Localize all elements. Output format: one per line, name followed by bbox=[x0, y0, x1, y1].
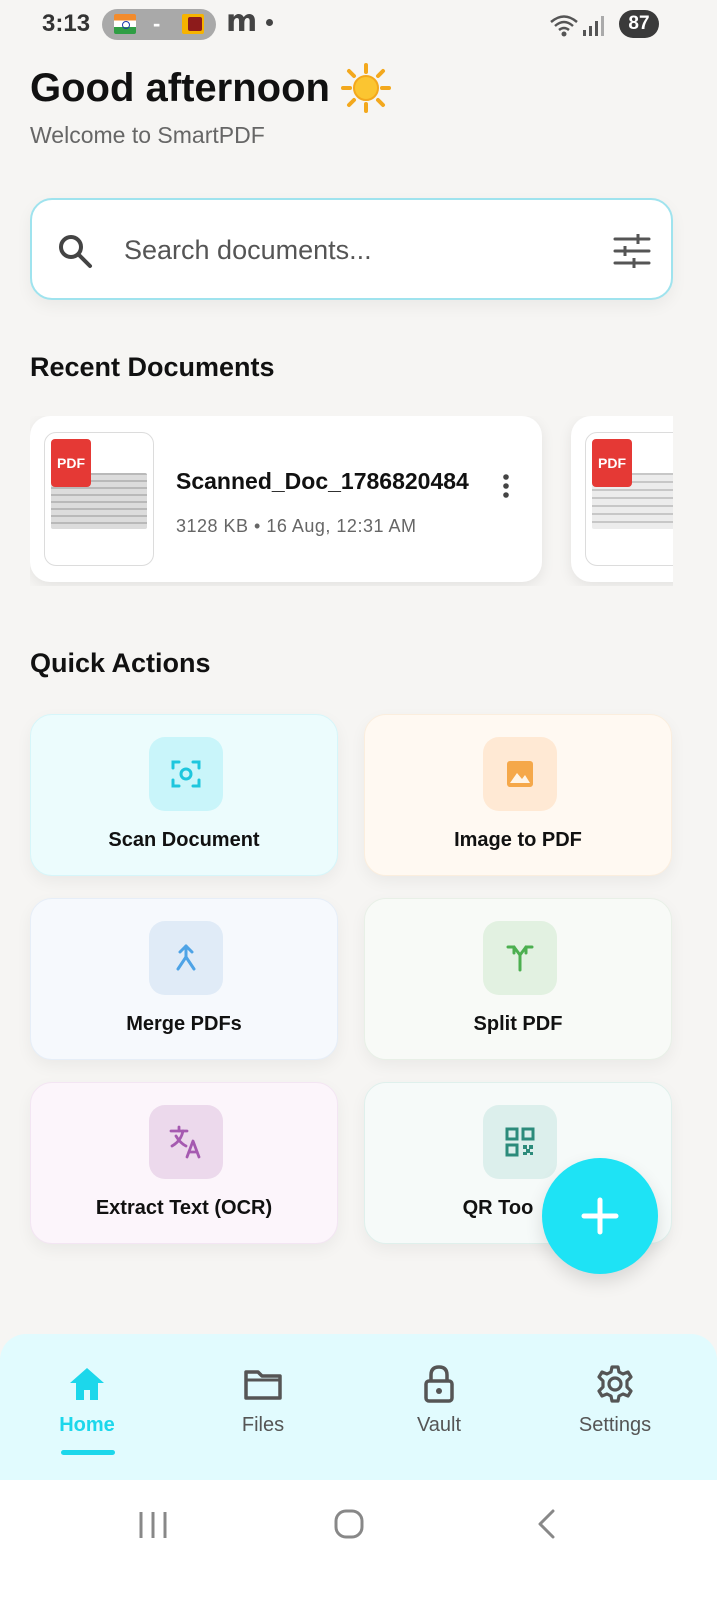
nav-settings-label: Settings bbox=[578, 1414, 652, 1436]
pdf-badge: PDF bbox=[592, 439, 632, 487]
recent-document-card[interactable]: PDF Scanned_Doc_1786820484 3128 KB • 16 … bbox=[30, 416, 542, 582]
qr-icon-box bbox=[483, 1105, 557, 1179]
search-bar[interactable] bbox=[30, 198, 673, 300]
nav-home[interactable]: Home bbox=[17, 1364, 157, 1474]
recent-document-card[interactable]: PDF bbox=[571, 416, 673, 582]
home-icon bbox=[70, 1368, 104, 1400]
nav-files-label: Files bbox=[241, 1414, 285, 1436]
split-icon bbox=[506, 945, 534, 972]
more-vert-icon[interactable] bbox=[498, 472, 514, 500]
extract-text-ocr-card[interactable]: Extract Text (OCR) bbox=[30, 1082, 338, 1244]
qr-icon bbox=[505, 1127, 535, 1157]
document-thumbnail: PDF bbox=[585, 432, 673, 566]
back-icon[interactable] bbox=[534, 1508, 558, 1540]
wifi-signal-icon bbox=[550, 15, 604, 37]
scan-icon-box bbox=[149, 737, 223, 811]
scan-icon bbox=[171, 760, 201, 788]
nav-home-label: Home bbox=[59, 1414, 115, 1436]
plus-icon bbox=[581, 1197, 619, 1235]
split-pdf-label: Split PDF bbox=[473, 1013, 563, 1035]
quick-actions-title: Quick Actions bbox=[30, 648, 211, 678]
scan-document-card[interactable]: Scan Document bbox=[30, 714, 338, 876]
status-bar: 3:13 - m 87 bbox=[0, 0, 717, 48]
bottom-navigation: Home Files Vault Settings bbox=[0, 1334, 717, 1480]
pdf-badge: PDF bbox=[51, 439, 91, 487]
app-notification-letter: m bbox=[226, 4, 258, 39]
call-indicator-pill: - bbox=[102, 9, 216, 40]
split-pdf-card[interactable]: Split PDF bbox=[364, 898, 672, 1060]
recent-documents-title: Recent Documents bbox=[30, 352, 275, 382]
merge-icon-box bbox=[149, 921, 223, 995]
translate-icon-box bbox=[149, 1105, 223, 1179]
pill-separator: - bbox=[153, 11, 161, 36]
active-tab-indicator bbox=[61, 1450, 115, 1455]
add-fab-button[interactable] bbox=[542, 1158, 658, 1274]
welcome-subtitle: Welcome to SmartPDF bbox=[30, 122, 265, 148]
search-input[interactable] bbox=[124, 228, 584, 272]
recent-documents-list[interactable]: PDF Scanned_Doc_1786820484 3128 KB • 16 … bbox=[30, 416, 673, 586]
sri-lanka-flag-icon bbox=[182, 14, 204, 34]
extract-text-ocr-label: Extract Text (OCR) bbox=[95, 1197, 273, 1219]
filter-sliders-icon[interactable] bbox=[612, 232, 652, 270]
greeting-text: Good afternoon bbox=[30, 65, 330, 110]
home-button-icon[interactable] bbox=[333, 1508, 365, 1540]
split-icon-box bbox=[483, 921, 557, 995]
search-icon bbox=[59, 235, 92, 268]
image-icon-box bbox=[483, 737, 557, 811]
scan-document-label: Scan Document bbox=[108, 829, 260, 851]
merge-pdfs-label: Merge PDFs bbox=[126, 1013, 242, 1035]
nav-settings[interactable]: Settings bbox=[545, 1364, 685, 1474]
sun-icon bbox=[340, 63, 391, 113]
lock-icon bbox=[424, 1365, 454, 1403]
nav-vault-label: Vault bbox=[416, 1414, 462, 1436]
document-meta: 3128 KB • 16 Aug, 12:31 AM bbox=[176, 516, 417, 536]
merge-icon bbox=[176, 944, 196, 971]
status-time: 3:13 bbox=[42, 10, 91, 37]
notification-dot-icon bbox=[266, 19, 273, 26]
image-to-pdf-label: Image to PDF bbox=[454, 829, 582, 851]
india-flag-icon bbox=[114, 14, 136, 34]
nav-files[interactable]: Files bbox=[193, 1364, 333, 1474]
image-to-pdf-card[interactable]: Image to PDF bbox=[364, 714, 672, 876]
gear-icon bbox=[597, 1365, 633, 1403]
translate-icon bbox=[169, 1125, 201, 1159]
document-thumbnail: PDF bbox=[44, 432, 154, 566]
merge-pdfs-card[interactable]: Merge PDFs bbox=[30, 898, 338, 1060]
battery-indicator: 87 bbox=[619, 10, 659, 38]
system-navigation-bar bbox=[0, 1480, 717, 1600]
document-name: Scanned_Doc_1786820484 bbox=[176, 468, 469, 494]
nav-vault[interactable]: Vault bbox=[369, 1364, 509, 1474]
recent-apps-icon[interactable] bbox=[136, 1510, 170, 1540]
image-icon bbox=[507, 761, 533, 787]
greeting-heading: Good afternoon bbox=[30, 62, 392, 114]
folder-icon bbox=[244, 1370, 282, 1400]
